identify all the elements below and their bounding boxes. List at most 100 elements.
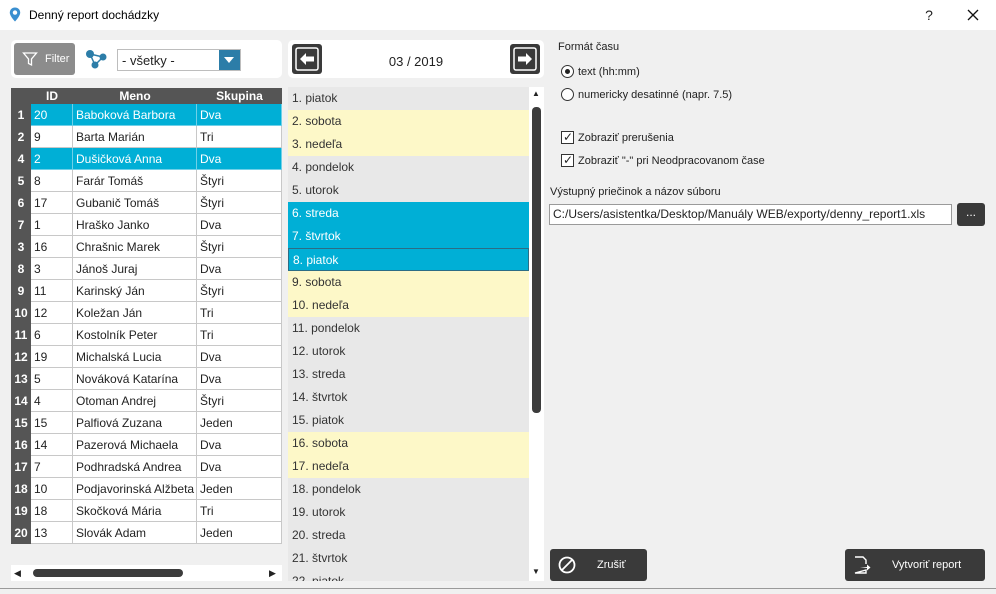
table-row[interactable]: 7 1 Hraško Janko Dva xyxy=(11,214,282,236)
day-item[interactable]: 9. sobota xyxy=(288,271,529,294)
day-item[interactable]: 20. streda xyxy=(288,524,529,547)
create-report-button[interactable]: Vytvoriť report xyxy=(845,549,985,581)
scroll-right-icon[interactable]: ▶ xyxy=(269,568,276,579)
day-item[interactable]: 11. pondelok xyxy=(288,317,529,340)
cell-name: Jánoš Juraj xyxy=(73,258,197,280)
day-item[interactable]: 12. utorok xyxy=(288,340,529,363)
vertical-scrollbar[interactable]: ▲ ▼ xyxy=(529,87,544,581)
day-item[interactable]: 6. streda xyxy=(288,202,529,225)
day-item[interactable]: 17. nedeľa xyxy=(288,455,529,478)
table-row[interactable]: 4 2 Dušičková Anna Dva xyxy=(11,148,282,170)
cell-group: Dva xyxy=(197,456,282,478)
scroll-left-icon[interactable]: ◀ xyxy=(14,568,21,579)
table-row[interactable]: 9 11 Karinský Ján Štyri xyxy=(11,280,282,302)
output-path-input[interactable]: C:/Users/asistentka/Desktop/Manuály WEB/… xyxy=(549,204,952,225)
chevron-down-icon[interactable] xyxy=(219,50,240,70)
day-item[interactable]: 8. piatok xyxy=(288,248,529,271)
table-row[interactable]: 19 18 Skočková Mária Tri xyxy=(11,500,282,522)
cell-group: Jeden xyxy=(197,478,282,500)
cell-id: 6 xyxy=(31,324,73,346)
cell-id: 5 xyxy=(31,368,73,390)
table-row[interactable]: 10 12 Koležan Ján Tri xyxy=(11,302,282,324)
table-row[interactable]: 17 7 Podhradská Andrea Dva xyxy=(11,456,282,478)
cell-id: 17 xyxy=(31,192,73,214)
table-row[interactable]: 16 14 Pazerová Michaela Dva xyxy=(11,434,282,456)
table-row[interactable]: 20 13 Slovák Adam Jeden xyxy=(11,522,282,544)
table-row[interactable]: 2 9 Barta Marián Tri xyxy=(11,126,282,148)
table-row[interactable]: 11 6 Kostolník Peter Tri xyxy=(11,324,282,346)
cell-name: Dušičková Anna xyxy=(73,148,197,170)
next-month-button[interactable] xyxy=(510,44,540,74)
table-row[interactable]: 6 17 Gubanič Tomáš Štyri xyxy=(11,192,282,214)
radio-numeric-format[interactable] xyxy=(561,88,574,101)
checkbox-show-dash[interactable] xyxy=(561,153,574,167)
day-item[interactable]: 2. sobota xyxy=(288,110,529,133)
group-select-value: - všetky - xyxy=(122,53,175,68)
scroll-down-icon[interactable]: ▼ xyxy=(532,567,540,576)
group-select[interactable]: - všetky - xyxy=(117,49,241,71)
cell-name: Skočková Mária xyxy=(73,500,197,522)
day-item[interactable]: 5. utorok xyxy=(288,179,529,202)
cell-group: Dva xyxy=(197,104,282,126)
table-row[interactable]: 14 4 Otoman Andrej Štyri xyxy=(11,390,282,412)
close-icon xyxy=(967,9,979,21)
day-item[interactable]: 21. štvrtok xyxy=(288,547,529,570)
cell-name: Michalská Lucia xyxy=(73,346,197,368)
browse-button[interactable]: ... xyxy=(957,203,985,226)
window-title: Denný report dochádzky xyxy=(29,8,160,22)
day-item[interactable]: 4. pondelok xyxy=(288,156,529,179)
row-number: 3 xyxy=(11,236,31,258)
day-item[interactable]: 1. piatok xyxy=(288,87,529,110)
scroll-up-icon[interactable]: ▲ xyxy=(532,89,540,98)
table-row[interactable]: 1 20 Baboková Barbora Dva xyxy=(11,104,282,126)
close-button[interactable] xyxy=(960,4,986,26)
cancel-button[interactable]: Zrušiť xyxy=(550,549,647,581)
cell-id: 18 xyxy=(31,500,73,522)
table-row[interactable]: 18 10 Podjavorinská Alžbeta Jeden xyxy=(11,478,282,500)
cell-group: Štyri xyxy=(197,170,282,192)
day-item[interactable]: 13. streda xyxy=(288,363,529,386)
cell-name: Gubanič Tomáš xyxy=(73,192,197,214)
cell-group: Dva xyxy=(197,258,282,280)
day-item[interactable]: 7. štvrtok xyxy=(288,225,529,248)
day-item[interactable]: 19. utorok xyxy=(288,501,529,524)
table-row[interactable]: 8 3 Jánoš Juraj Dva xyxy=(11,258,282,280)
output-path-label: Výstupný priečinok a názov súboru xyxy=(550,186,721,198)
cell-name: Otoman Andrej xyxy=(73,390,197,412)
scroll-thumb[interactable] xyxy=(33,569,183,577)
horizontal-scrollbar[interactable]: ◀ ▶ xyxy=(11,565,282,581)
day-item[interactable]: 10. nedeľa xyxy=(288,294,529,317)
cell-id: 16 xyxy=(31,236,73,258)
help-button[interactable]: ? xyxy=(916,4,942,26)
cell-id: 7 xyxy=(31,456,73,478)
cell-id: 14 xyxy=(31,434,73,456)
radio-text-format[interactable] xyxy=(561,65,574,78)
table-row[interactable]: 15 15 Palfiová Zuzana Jeden xyxy=(11,412,282,434)
table-row[interactable]: 5 8 Farár Tomáš Štyri xyxy=(11,170,282,192)
cell-group: Dva xyxy=(197,434,282,456)
radio-text-format-label[interactable]: text (hh:mm) xyxy=(578,66,640,78)
row-number: 2 xyxy=(11,126,31,148)
table-row[interactable]: 3 16 Chrašnic Marek Štyri xyxy=(11,236,282,258)
checkbox-show-breaks-label[interactable]: Zobraziť prerušenia xyxy=(578,132,674,144)
cell-id: 8 xyxy=(31,170,73,192)
filter-toolbar: Filter - všetky - xyxy=(11,40,282,78)
cell-name: Baboková Barbora xyxy=(73,104,197,126)
day-item[interactable]: 3. nedeľa xyxy=(288,133,529,156)
cell-name: Hraško Janko xyxy=(73,214,197,236)
table-row[interactable]: 13 5 Nováková Katarína Dva xyxy=(11,368,282,390)
checkbox-show-dash-label[interactable]: Zobraziť "-" pri Neodpracovanom čase xyxy=(578,155,765,167)
checkbox-show-breaks[interactable] xyxy=(561,130,574,144)
day-item[interactable]: 18. pondelok xyxy=(288,478,529,501)
header-id[interactable]: ID xyxy=(31,89,73,103)
day-item[interactable]: 15. piatok xyxy=(288,409,529,432)
header-group[interactable]: Skupina xyxy=(197,89,282,103)
day-item[interactable]: 22. piatok xyxy=(288,570,529,581)
table-row[interactable]: 12 19 Michalská Lucia Dva xyxy=(11,346,282,368)
header-name[interactable]: Meno xyxy=(73,89,197,103)
day-item[interactable]: 16. sobota xyxy=(288,432,529,455)
radio-numeric-format-label[interactable]: numericky desatinné (napr. 7.5) xyxy=(578,89,732,101)
filter-button[interactable]: Filter xyxy=(14,43,75,75)
scroll-thumb[interactable] xyxy=(532,107,541,413)
day-item[interactable]: 14. štvrtok xyxy=(288,386,529,409)
